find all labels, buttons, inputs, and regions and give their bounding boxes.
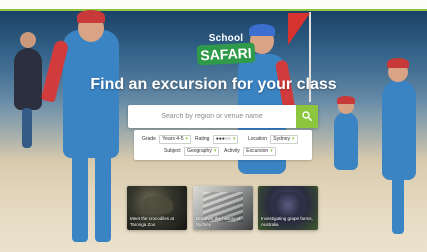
child-main-leg-left bbox=[72, 150, 88, 242]
filter-activity-label: Activity bbox=[224, 148, 240, 154]
grade-select-value: Years 4-5 bbox=[162, 136, 184, 142]
filter-subject-label: Subject bbox=[164, 148, 181, 154]
card-title: Meet the crocodiles at Taronga Zoo bbox=[130, 216, 175, 227]
chevron-down-icon: ▾ bbox=[213, 148, 217, 154]
background-person-left-leg bbox=[22, 108, 32, 148]
filter-rating: Rating ●●●○○ ▾ bbox=[195, 135, 239, 144]
search-button[interactable] bbox=[296, 105, 318, 128]
child-main bbox=[63, 30, 119, 158]
card-title: Investigating grape farms, Australia bbox=[261, 216, 313, 227]
search-bar bbox=[128, 105, 318, 128]
grapes-photo bbox=[270, 192, 306, 218]
subject-select[interactable]: Geography ▾ bbox=[184, 147, 220, 156]
chevron-down-icon: ▾ bbox=[270, 148, 273, 154]
hero-background: School SAFARI Find an excursion for your… bbox=[0, 0, 427, 252]
child-main-leg-right bbox=[95, 150, 111, 242]
chevron-down-icon: ▾ bbox=[291, 136, 295, 142]
activity-select[interactable]: Excursion ▾ bbox=[243, 147, 276, 156]
rating-select[interactable]: ●●●○○ ▾ bbox=[212, 135, 239, 144]
filter-location: Location Sydney ▾ bbox=[248, 135, 298, 144]
logo-text-safari: SAFARI bbox=[196, 42, 256, 66]
excursion-card-building[interactable]: Discover the history of Sydney bbox=[193, 186, 253, 230]
background-person-left-head bbox=[20, 32, 36, 48]
filter-grade-label: Grade bbox=[142, 136, 156, 142]
search-icon bbox=[302, 111, 312, 121]
search-input[interactable] bbox=[128, 105, 296, 128]
rating-select-value: ●●●○○ bbox=[215, 136, 231, 142]
filter-activity: Activity Excursion ▾ bbox=[224, 147, 276, 156]
chevron-down-icon: ▾ bbox=[232, 136, 236, 142]
filter-grade: Grade Years 4-5 ▾ bbox=[142, 135, 192, 144]
filter-location-label: Location bbox=[248, 136, 267, 142]
grade-select[interactable]: Years 4-5 ▾ bbox=[159, 135, 192, 144]
subject-select-value: Geography bbox=[187, 148, 212, 154]
card-title: Discover the history of Sydney bbox=[196, 216, 241, 227]
top-strip bbox=[0, 0, 427, 11]
child-right-leg bbox=[392, 176, 404, 234]
excursion-card-crocodile[interactable]: Meet the crocodiles at Taronga Zoo bbox=[127, 186, 187, 230]
child-right-cap bbox=[387, 58, 409, 68]
school-safari-logo[interactable]: School SAFARI bbox=[196, 33, 256, 67]
chevron-down-icon: ▾ bbox=[185, 136, 189, 142]
child-main-cap bbox=[77, 10, 105, 23]
excursion-card-grapes[interactable]: Investigating grape farms, Australia bbox=[258, 186, 318, 230]
location-select[interactable]: Sydney ▾ bbox=[270, 135, 298, 144]
filter-panel: Grade Years 4-5 ▾ Rating ●●●○○ ▾ Location … bbox=[134, 130, 312, 160]
child-small-right bbox=[334, 112, 358, 170]
page-headline: Find an excursion for your class bbox=[90, 76, 337, 93]
filter-subject: Subject Geography ▾ bbox=[164, 147, 220, 156]
location-select-value: Sydney bbox=[273, 136, 290, 142]
beach-flag bbox=[288, 13, 310, 45]
filter-rating-label: Rating bbox=[195, 136, 210, 142]
activity-select-value: Excursion bbox=[246, 148, 269, 154]
child-small-right-cap bbox=[337, 96, 355, 104]
crocodile-photo bbox=[143, 196, 173, 214]
child-right bbox=[382, 80, 416, 180]
